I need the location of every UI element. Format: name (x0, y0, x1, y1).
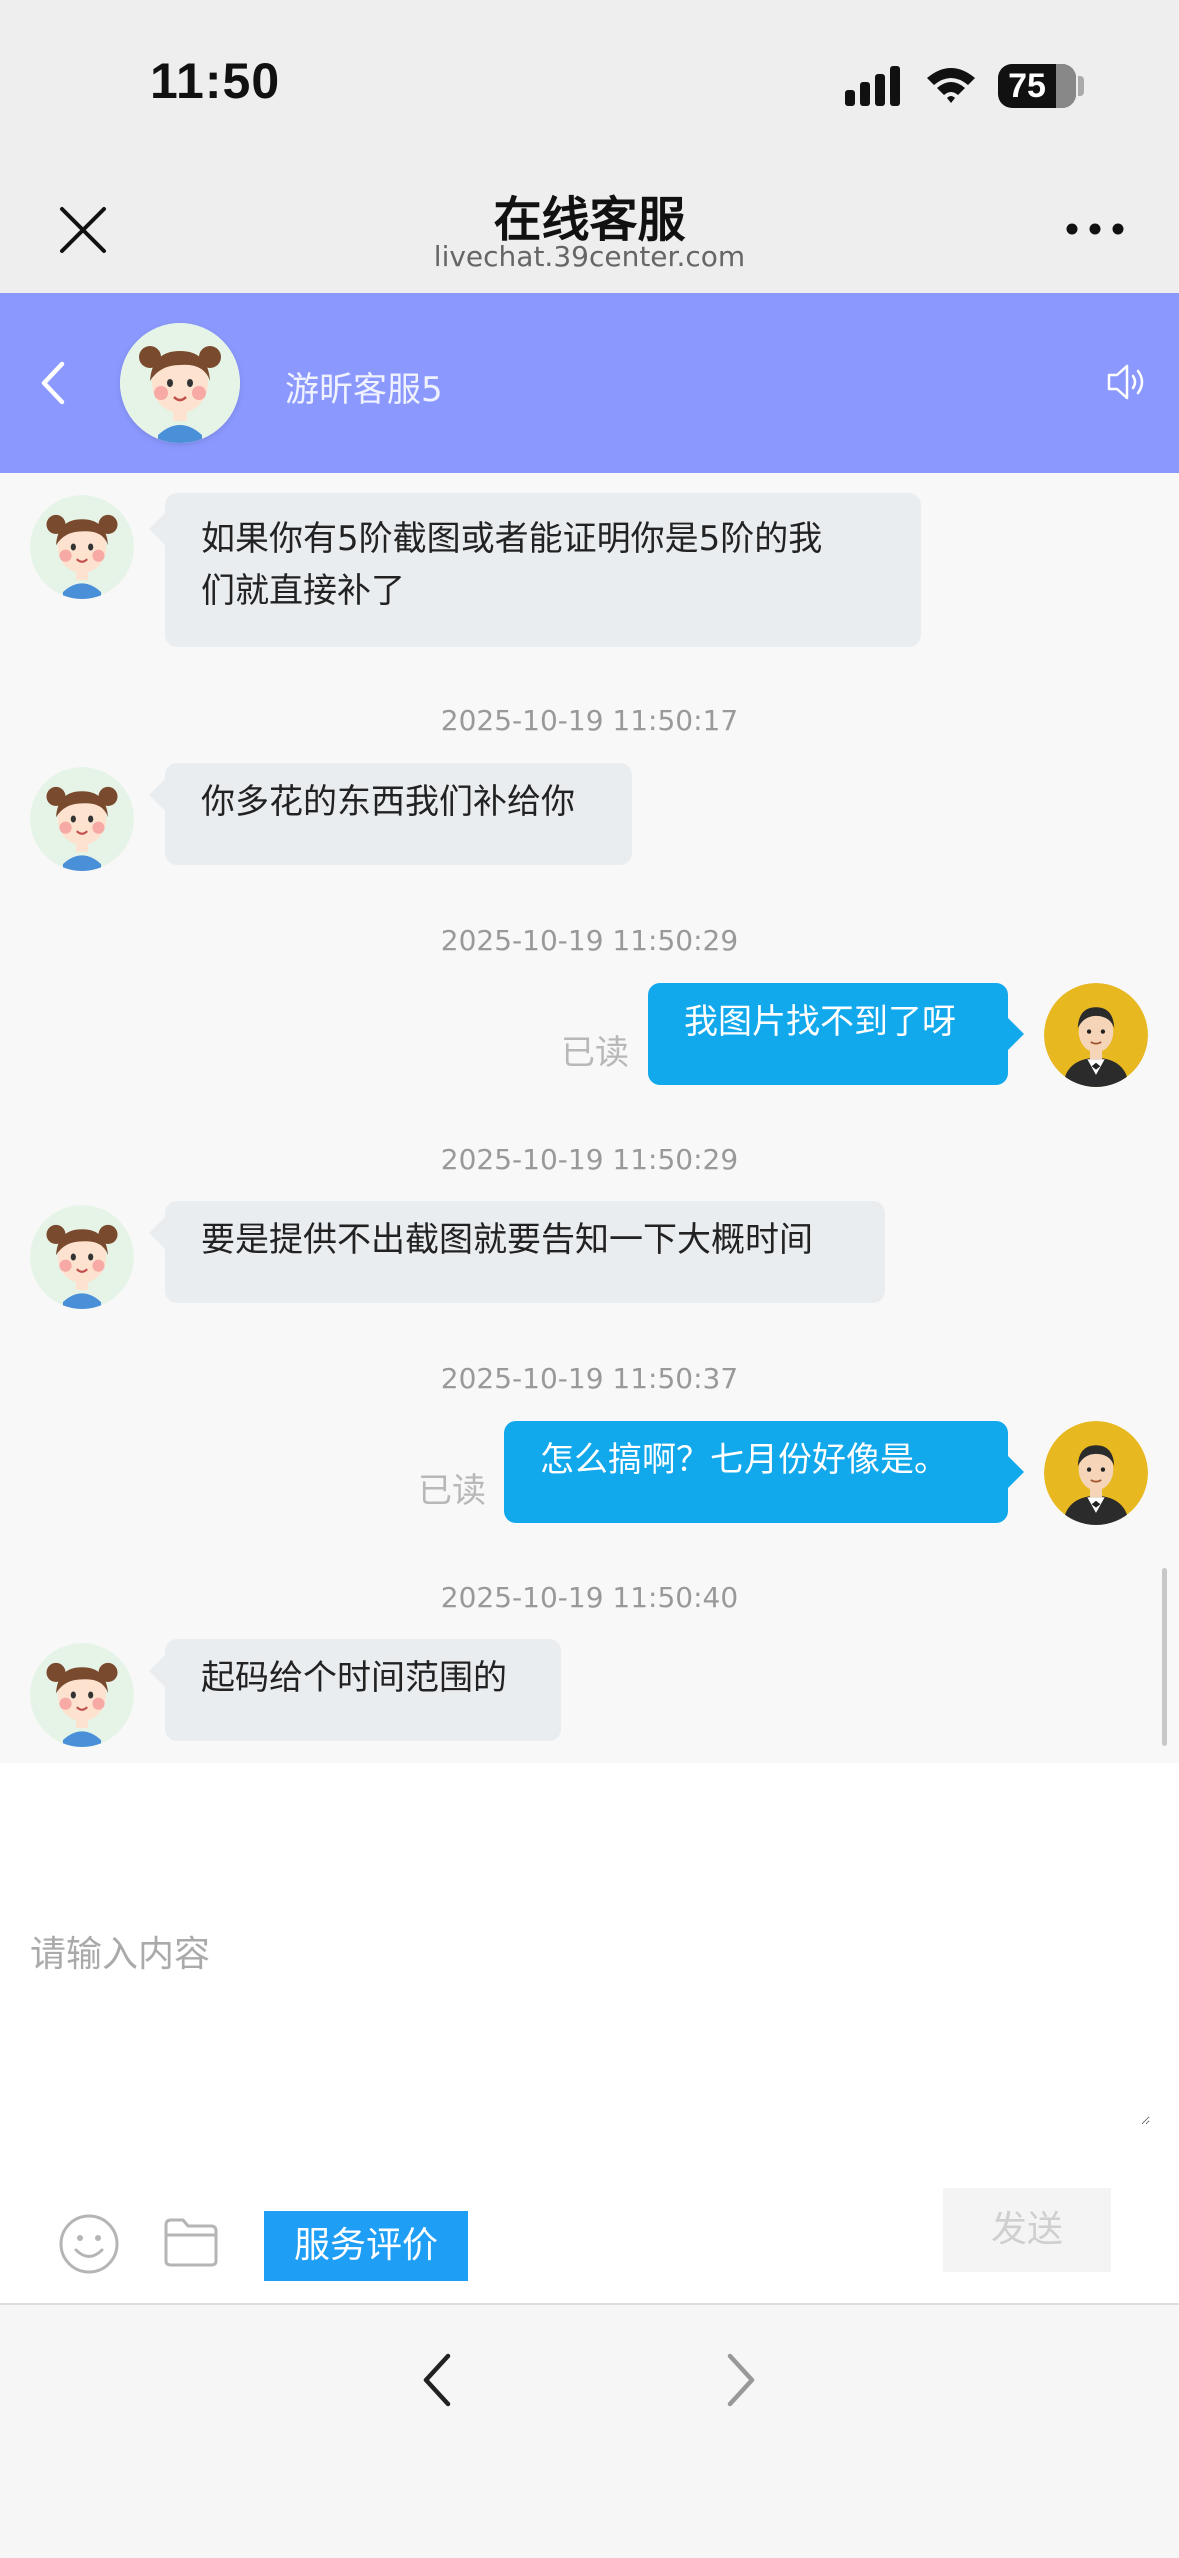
message-bubble[interactable]: 怎么搞啊？七月份好像是。 (504, 1421, 1008, 1523)
battery-nub (1078, 76, 1084, 96)
agent-name: 游昕客服5 (285, 370, 443, 410)
message-bubble[interactable]: 起码给个时间范围的 (165, 1639, 561, 1741)
read-status: 已读 (561, 1033, 629, 1073)
emoji-icon[interactable] (58, 2213, 120, 2275)
agent-avatar (30, 495, 134, 599)
bubble-tail (1008, 1456, 1024, 1488)
send-button[interactable]: 发送 (943, 2188, 1111, 2272)
agent-avatar (120, 323, 240, 443)
bottom-nav (0, 2303, 1179, 2558)
user-avatar (1044, 983, 1148, 1087)
rate-service-button[interactable]: 服务评价 (264, 2211, 468, 2281)
chat-area[interactable]: 如果你有5阶截图或者能证明你是5阶的我 们就直接补了 2025-10-19 11… (0, 473, 1179, 1763)
message-timestamp: 2025-10-19 11:50:29 (440, 1143, 739, 1176)
page-url: livechat.39center.com (433, 240, 746, 273)
bubble-tail (149, 513, 165, 545)
wifi-icon (927, 68, 975, 103)
message-text: 要是提供不出截图就要告知一下大概时间 (201, 1220, 813, 1260)
scrollbar[interactable] (1162, 1568, 1167, 1746)
status-time: 11:50 (150, 53, 281, 109)
more-icon[interactable] (1065, 222, 1125, 236)
message-text: 如果你有5阶截图或者能证明你是5阶的我 (201, 519, 823, 559)
back-icon[interactable] (38, 360, 68, 406)
message-bubble[interactable]: 我图片找不到了呀 (648, 983, 1008, 1085)
bubble-tail (149, 1655, 165, 1687)
message-input[interactable] (30, 1925, 1150, 2125)
battery-icon: 75 (998, 64, 1076, 108)
agent-avatar (30, 1205, 134, 1309)
message-timestamp: 2025-10-19 11:50:37 (440, 1362, 739, 1395)
bubble-tail (1008, 1018, 1024, 1050)
nav-forward-icon[interactable] (724, 2352, 758, 2408)
read-status: 已读 (418, 1471, 486, 1511)
folder-icon[interactable] (163, 2215, 219, 2269)
user-avatar (1044, 1421, 1148, 1525)
message-text: 我图片找不到了呀 (684, 1002, 956, 1042)
message-text: 们就直接补了 (201, 571, 405, 611)
battery-level: 75 (1008, 67, 1046, 105)
message-timestamp: 2025-10-19 11:50:29 (440, 924, 739, 957)
signal-icon (845, 66, 900, 106)
message-text: 起码给个时间范围的 (201, 1658, 507, 1698)
message-bubble[interactable]: 你多花的东西我们补给你 (165, 763, 632, 865)
agent-avatar (30, 767, 134, 871)
speaker-icon[interactable] (1105, 360, 1149, 404)
message-text: 你多花的东西我们补给你 (201, 782, 575, 822)
agent-avatar (30, 1643, 134, 1747)
message-bubble[interactable]: 要是提供不出截图就要告知一下大概时间 (165, 1201, 885, 1303)
bubble-tail (149, 779, 165, 811)
message-text: 怎么搞啊？七月份好像是。 (540, 1440, 948, 1480)
message-timestamp: 2025-10-19 11:50:17 (440, 704, 739, 737)
message-bubble[interactable]: 如果你有5阶截图或者能证明你是5阶的我 们就直接补了 (165, 493, 921, 647)
nav-back-icon[interactable] (420, 2352, 454, 2408)
bubble-tail (149, 1217, 165, 1249)
message-timestamp: 2025-10-19 11:50:40 (440, 1581, 739, 1614)
